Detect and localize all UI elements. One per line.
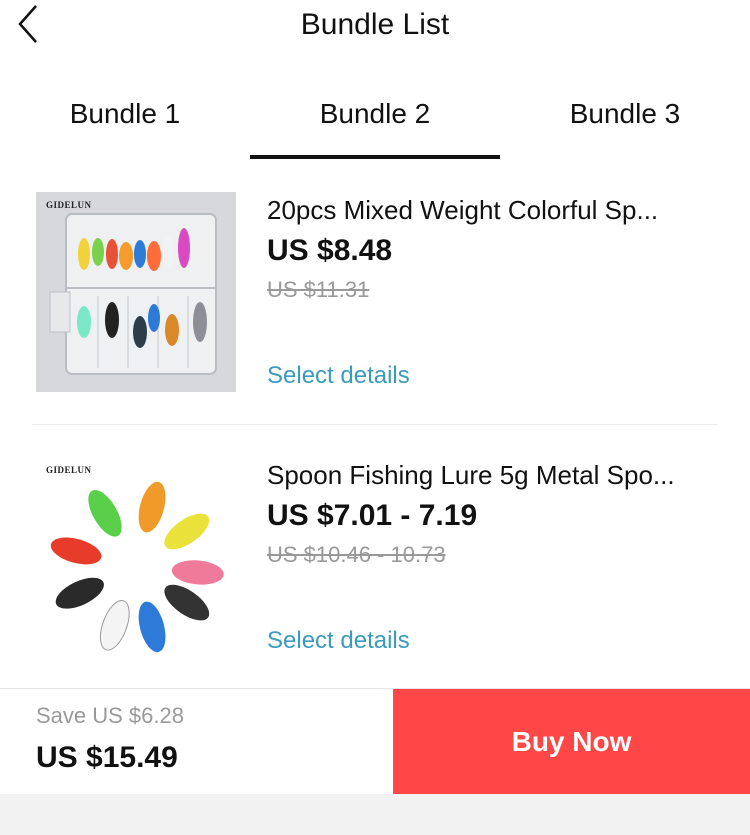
lure-box-image bbox=[36, 192, 236, 392]
bundle-item[interactable]: GIDELUN Spoon Fishing Lure 5g Metal Spo.… bbox=[32, 455, 718, 675]
tab-bundle-1[interactable]: Bundle 1 bbox=[0, 78, 250, 160]
spoon-lures-image bbox=[36, 457, 236, 657]
product-title[interactable]: 20pcs Mixed Weight Colorful Sp... bbox=[267, 190, 717, 230]
checkout-bar: Save US $6.28 US $15.49 Buy Now bbox=[0, 688, 750, 794]
total-price: US $15.49 bbox=[36, 741, 178, 774]
bundle-tabs: Bundle 1 Bundle 2 Bundle 3 bbox=[0, 78, 750, 160]
product-image[interactable]: GIDELUN bbox=[36, 457, 236, 657]
bundle-item[interactable]: GIDELUN 20pcs Mixed Weight Colorful Sp..… bbox=[32, 190, 718, 425]
brand-logo: GIDELUN bbox=[46, 465, 92, 475]
tab-bundle-3[interactable]: Bundle 3 bbox=[500, 78, 750, 160]
select-details-link[interactable]: Select details bbox=[267, 627, 410, 655]
product-price: US $8.48 bbox=[267, 234, 393, 267]
product-title[interactable]: Spoon Fishing Lure 5g Metal Spo... bbox=[267, 455, 717, 495]
header-bar: Bundle List bbox=[0, 0, 750, 56]
product-image[interactable]: GIDELUN bbox=[36, 192, 236, 392]
original-price: US $11.31 bbox=[267, 277, 370, 302]
select-details-link[interactable]: Select details bbox=[267, 362, 410, 390]
product-price: US $7.01 - 7.19 bbox=[267, 499, 478, 532]
page-title: Bundle List bbox=[300, 8, 450, 41]
tab-bundle-2[interactable]: Bundle 2 bbox=[250, 78, 500, 160]
product-info: 20pcs Mixed Weight Colorful Sp... US $8.… bbox=[267, 190, 717, 389]
product-info: Spoon Fishing Lure 5g Metal Spo... US $7… bbox=[267, 455, 717, 654]
buy-now-button[interactable]: Buy Now bbox=[393, 689, 750, 794]
brand-logo: GIDELUN bbox=[46, 200, 92, 210]
active-tab-indicator bbox=[250, 155, 500, 159]
savings-text: Save US $6.28 bbox=[36, 703, 184, 728]
bottom-spacer bbox=[0, 794, 750, 835]
original-price: US $10.46 - 10.73 bbox=[267, 542, 446, 567]
